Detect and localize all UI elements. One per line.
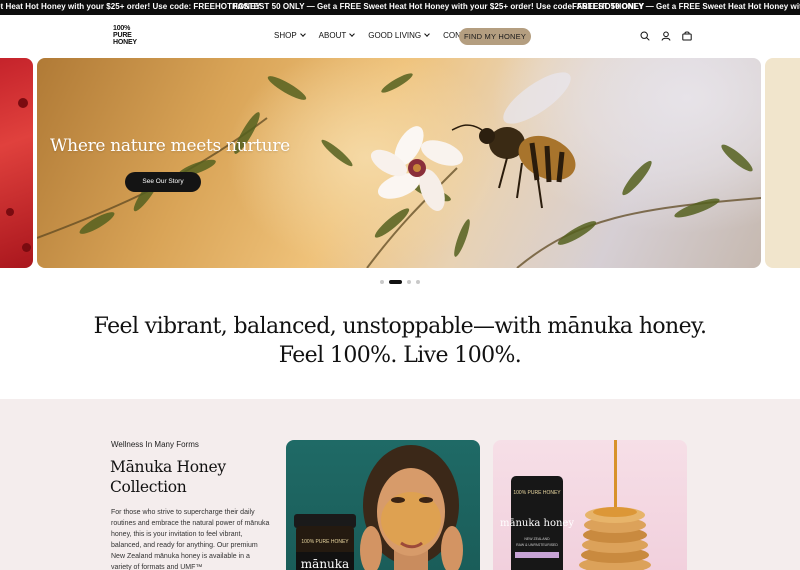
- chevron-down-icon: [349, 31, 356, 37]
- bee-flower-image: [37, 72, 761, 268]
- see-our-story-button[interactable]: See Our Story: [125, 172, 201, 192]
- jar-brand-text: 100% PURE HONEY: [301, 539, 349, 545]
- tagline-line: Feel 100%. Live 100%.: [278, 343, 522, 368]
- logo-line: HONEY: [113, 39, 137, 46]
- carousel-dot-active[interactable]: [389, 280, 402, 284]
- carousel-prev-slide-peek[interactable]: [0, 58, 33, 268]
- header-icons: [640, 31, 692, 41]
- jar-sub-text: RAW & UNPASTEURISED: [516, 543, 558, 547]
- product-card-jar-pancakes[interactable]: 100% PURE HONEY mānuka honey NEW ZEALAND…: [493, 440, 687, 570]
- section-title: Mānuka Honey Collection: [110, 458, 226, 496]
- nav-label: ABOUT: [318, 31, 347, 40]
- woman-with-honey-mask-image: 100% PURE HONEY mānuka: [294, 445, 463, 570]
- carousel-dot[interactable]: [416, 280, 420, 284]
- announcement-message: FASTEST 50 ONLY — Get a FREE Sweet Heat …: [572, 2, 800, 11]
- jar-label-text: mānuka: [301, 557, 349, 570]
- tagline: Feel vibrant, balanced, unstoppable—with…: [0, 312, 800, 370]
- find-my-honey-button[interactable]: FIND MY HONEY: [459, 28, 531, 45]
- nav-label: SHOP: [274, 31, 297, 40]
- jar-brand-text: 100% PURE HONEY: [513, 490, 561, 496]
- berry-shape: [6, 208, 14, 216]
- flower-shape: [370, 126, 464, 212]
- jar-sub-text: NEW ZEALAND: [524, 537, 550, 541]
- carousel-next-slide-peek[interactable]: [765, 58, 800, 268]
- jar-with-pancakes-image: 100% PURE HONEY mānuka honey NEW ZEALAND…: [500, 440, 651, 570]
- jar-label-text: mānuka honey: [500, 518, 574, 529]
- carousel-pagination: [380, 280, 420, 284]
- collection-section: Wellness In Many Forms Mānuka Honey Coll…: [0, 399, 800, 570]
- nav-item-good-living[interactable]: GOOD LIVING: [368, 31, 430, 40]
- logo-line: 100%: [113, 25, 131, 32]
- hero-slide: Where nature meets nurture See Our Story: [37, 58, 761, 268]
- announcement-bar: et Heat Hot Honey with your $25+ order! …: [0, 0, 800, 15]
- product-card-jar-face[interactable]: 100% PURE HONEY mānuka: [286, 440, 480, 570]
- berry-shape: [18, 98, 28, 108]
- section-eyebrow: Wellness In Many Forms: [111, 440, 199, 449]
- berry-shape: [22, 243, 31, 252]
- search-icon[interactable]: [640, 31, 650, 41]
- carousel-dot[interactable]: [407, 280, 411, 284]
- brand-logo[interactable]: 100% PURE HONEY: [113, 25, 137, 47]
- tagline-line: Feel vibrant, balanced, unstoppable—with…: [93, 314, 707, 339]
- announcement-message: et Heat Hot Honey with your $25+ order! …: [0, 2, 261, 11]
- chevron-down-icon: [299, 31, 306, 37]
- nav-item-shop[interactable]: SHOP: [274, 31, 306, 40]
- bee-shape: [451, 72, 576, 209]
- nav-item-about[interactable]: ABOUT: [318, 31, 356, 40]
- account-icon[interactable]: [661, 31, 671, 41]
- logo-line: PURE: [113, 32, 132, 39]
- hero-title: Where nature meets nurture: [50, 136, 290, 156]
- chevron-down-icon: [424, 31, 430, 37]
- site-header: 100% PURE HONEY SHOP ABOUT GOOD LIVING C…: [0, 15, 800, 57]
- section-body: For those who strive to supercharge thei…: [111, 509, 270, 570]
- nav-label: GOOD LIVING: [368, 31, 422, 40]
- cart-icon[interactable]: [682, 31, 692, 41]
- carousel-dot[interactable]: [380, 280, 384, 284]
